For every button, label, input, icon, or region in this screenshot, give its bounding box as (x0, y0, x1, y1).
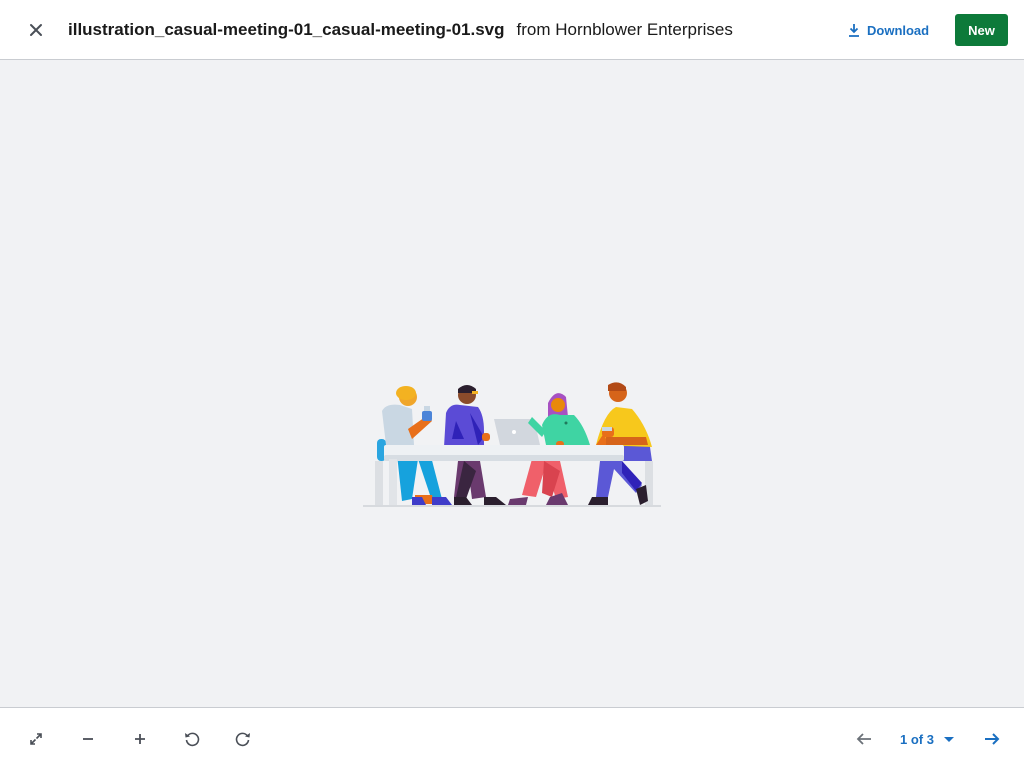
page-selector[interactable]: 1 of 3 (900, 728, 956, 750)
rotate-left-button[interactable] (179, 726, 205, 752)
title-area: illustration_casual-meeting-01_casual-me… (68, 0, 733, 60)
new-button[interactable]: New (955, 14, 1008, 46)
close-button[interactable] (22, 16, 50, 44)
expand-icon (30, 733, 42, 745)
close-icon (30, 24, 42, 36)
download-button[interactable]: Download (848, 18, 929, 42)
download-icon (849, 24, 859, 37)
file-name: illustration_casual-meeting-01_casual-me… (68, 20, 505, 39)
rotate-right-icon (235, 732, 250, 747)
new-label: New (968, 22, 995, 38)
fullscreen-button[interactable] (23, 726, 49, 752)
rotate-left-icon (185, 732, 200, 747)
file-source: from Hornblower Enterprises (516, 20, 733, 39)
viewer-toolbar: 1 of 3 (0, 707, 1024, 768)
caret-down-icon (943, 737, 954, 742)
next-page-button[interactable] (979, 726, 1005, 752)
zoom-in-button[interactable] (127, 726, 153, 752)
zoom-out-button[interactable] (75, 726, 101, 752)
zoom-out-icon (83, 738, 93, 740)
arrow-left-icon (856, 733, 871, 745)
rotate-right-button[interactable] (230, 726, 256, 752)
previous-page-button[interactable] (851, 726, 877, 752)
zoom-in-icon (135, 734, 145, 744)
page-indicator: 1 of 3 (900, 731, 934, 747)
preview-canvas (0, 61, 1024, 707)
download-label: Download (867, 22, 930, 38)
arrow-right-icon (985, 733, 1000, 745)
header-bar: illustration_casual-meeting-01_casual-me… (0, 0, 1024, 60)
casual-meeting-illustration (363, 382, 661, 507)
